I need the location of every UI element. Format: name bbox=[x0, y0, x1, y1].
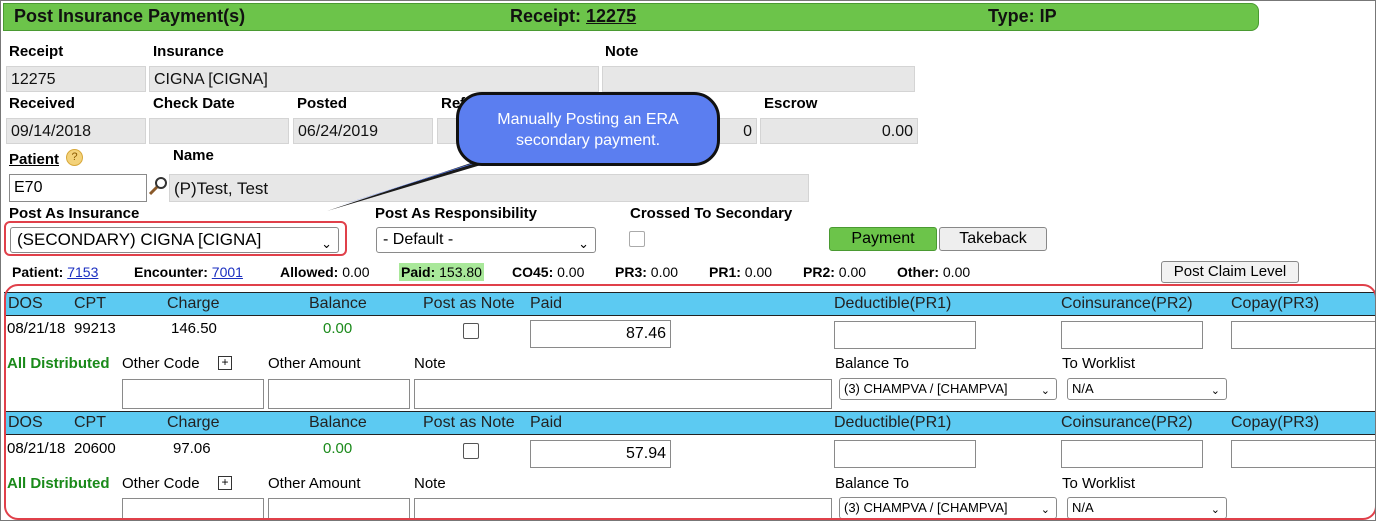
summary-paid: Paid: 153.80 bbox=[399, 263, 484, 281]
callout-bubble: Manually Posting an ERA secondary paymen… bbox=[456, 92, 720, 166]
check-date-label: Check Date bbox=[153, 95, 235, 112]
receipt-label: Receipt bbox=[9, 43, 64, 60]
summary-pr2: PR2: 0.00 bbox=[803, 264, 867, 280]
name-label: Name bbox=[173, 147, 214, 164]
chevron-down-icon: ⌄ bbox=[321, 236, 332, 251]
note-label: Note bbox=[605, 43, 639, 60]
summary-other: Other: 0.00 bbox=[897, 264, 971, 280]
summary-allowed: Allowed: 0.00 bbox=[280, 264, 370, 280]
patient-link[interactable]: 7153 bbox=[67, 264, 98, 280]
summary-pr1: PR1: 0.00 bbox=[709, 264, 773, 280]
patient-id-input[interactable]: E70 bbox=[9, 174, 147, 202]
line-items-highlight bbox=[4, 284, 1375, 520]
summary-encounter: Encounter: 7001 bbox=[134, 264, 243, 280]
summary-pr3: PR3: 0.00 bbox=[615, 264, 679, 280]
type-label: Type: IP bbox=[988, 6, 1057, 26]
patient-label: Patient bbox=[9, 151, 60, 168]
receipt-heading: Receipt: 12275 bbox=[510, 6, 637, 26]
summary-patient: Patient: 7153 bbox=[12, 264, 99, 280]
post-claim-level-button[interactable]: Post Claim Level bbox=[1161, 261, 1299, 283]
received-label: Received bbox=[9, 95, 75, 112]
crossed-to-secondary-checkbox[interactable] bbox=[629, 231, 645, 247]
encounter-link[interactable]: 7001 bbox=[212, 264, 243, 280]
summary-co45: CO45: 0.00 bbox=[512, 264, 585, 280]
takeback-button[interactable]: Takeback bbox=[939, 227, 1047, 251]
chevron-down-icon: ⌄ bbox=[578, 236, 589, 251]
escrow-value: 0.00 bbox=[760, 118, 918, 144]
receipt-value: 12275 bbox=[6, 66, 146, 92]
page-title: Post Insurance Payment(s) bbox=[14, 6, 246, 26]
receipt-number-link[interactable]: 12275 bbox=[586, 6, 636, 26]
post-insurance-payment-window: Post Insurance Payment(s) Receipt: 12275… bbox=[0, 0, 1376, 521]
post-as-insurance-select[interactable]: (SECONDARY) CIGNA [CIGNA] ⌄ bbox=[10, 227, 339, 253]
escrow-label: Escrow bbox=[764, 95, 818, 112]
title-bar: Post Insurance Payment(s) Receipt: 12275… bbox=[3, 3, 1259, 31]
help-icon[interactable]: ? bbox=[66, 149, 83, 166]
magnifier-icon[interactable] bbox=[148, 175, 170, 197]
post-as-responsibility-select[interactable]: - Default - ⌄ bbox=[376, 227, 596, 253]
check-date-value bbox=[149, 118, 289, 144]
insurance-label: Insurance bbox=[153, 43, 224, 60]
post-as-insurance-label: Post As Insurance bbox=[9, 205, 140, 222]
received-value: 09/14/2018 bbox=[6, 118, 146, 144]
payment-button[interactable]: Payment bbox=[829, 227, 937, 251]
